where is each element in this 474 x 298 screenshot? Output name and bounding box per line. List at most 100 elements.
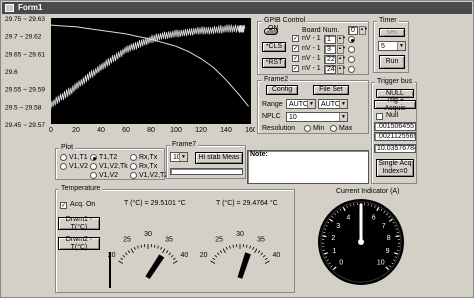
plot-option-radio[interactable] — [90, 163, 97, 170]
y-tick-label: 29.75 ~ 29.63 — [5, 16, 45, 23]
gpib-row-checkbox[interactable]: ✓ — [292, 45, 299, 52]
gpib-row-radio[interactable] — [348, 46, 355, 53]
config-button[interactable]: Config — [266, 85, 298, 95]
plot-group: Plot V1,T1 T1,T2 Rx,Tx V1,V2 V1,V2,Tk Rx,Tx V1… — [55, 148, 165, 180]
gauge-tick — [134, 247, 135, 250]
board-num-spinner[interactable]: ▲▼ — [359, 26, 366, 35]
frame7-select[interactable]: 10 ▼ — [170, 152, 188, 162]
timer-sec-button[interactable]: sec — [379, 28, 405, 37]
gpib-row-address[interactable]: 24 — [324, 65, 336, 74]
reading-field-1: .001506455 — [374, 122, 416, 131]
gauge-tick-label: 20 — [108, 252, 116, 259]
timer-interval-select[interactable]: 5 ▼ — [378, 41, 406, 51]
gauge-tick — [211, 261, 215, 264]
plot-option-label: V1,T1 — [69, 154, 88, 162]
frame7-group: Frame7 10 ▼ Hi stab Meas — [166, 145, 246, 179]
run-button[interactable]: Run — [379, 55, 405, 69]
plot-option-radio[interactable] — [90, 172, 97, 179]
gauge-tick — [137, 246, 138, 249]
y-tick-label: 29.5 ~ 29.58 — [5, 104, 42, 111]
single-acq-button[interactable]: Single Acq Index=0 — [376, 159, 414, 177]
y-tick-label: 29.65 ~ 29.61 — [5, 51, 45, 58]
chevron-down-icon: ▼ — [307, 100, 315, 108]
gpib-row-spinner[interactable]: ▲▼ — [337, 55, 344, 64]
rst-button[interactable]: *RST — [262, 58, 286, 68]
x-tick-label: 20 — [72, 127, 80, 134]
plot-option-radio[interactable] — [130, 163, 137, 170]
gpib-row-checkbox[interactable]: ✓ — [292, 55, 299, 62]
x-tick-label: 60 — [122, 127, 130, 134]
gpib-row-label: nV - 1 — [302, 55, 321, 63]
gauge-tick — [233, 245, 234, 248]
plot-area — [51, 18, 251, 124]
gauge-tick — [131, 249, 134, 253]
plot-option-radio[interactable] — [60, 154, 67, 161]
gauge-tick — [265, 261, 269, 264]
cls-button[interactable]: *CLS — [262, 42, 286, 52]
gauge-tick — [158, 246, 159, 249]
gpib-row-address[interactable]: 3 — [324, 45, 336, 54]
gauge-tick-label: 35 — [257, 237, 265, 244]
gpib-row-address[interactable]: 1 — [324, 35, 336, 44]
chevron-down-icon: ▼ — [339, 113, 347, 121]
main-window: Form1 0 20 40 60 80 100 120 140 160 29.75 ~ 29.63… — [0, 0, 474, 298]
file-set-button[interactable]: File Set — [313, 85, 349, 95]
gauge-tick — [255, 249, 258, 253]
plot-option-radio[interactable] — [130, 172, 137, 179]
gpib-row-checkbox[interactable]: ✓ — [292, 65, 299, 72]
chart-panel: 0 20 40 60 80 100 120 140 160 29.75 ~ 29.63 29.7 ~… — [3, 16, 255, 142]
title-bar: Form1 — [2, 2, 472, 14]
plot-option-label: T1,T2 — [99, 154, 117, 162]
trigger-bus-group: Trigger bus NULL Trig + Acquis Null .001… — [371, 82, 417, 184]
gpib-row-radio[interactable] — [348, 66, 355, 73]
gpib-row-checkbox[interactable]: ✓ — [292, 35, 299, 42]
gauge-tick — [128, 250, 130, 252]
range-value-1: AUTO — [289, 101, 308, 108]
chart-svg: 0 20 40 60 80 100 120 140 16029.75 ~ 29.6329.7 ~… — [3, 16, 255, 142]
gauge-tick — [263, 255, 265, 257]
app-icon — [5, 4, 14, 12]
gpib-control-group: GPIB Control ON Board Num. 0 ▲▼ *CLS *RS… — [257, 21, 369, 75]
gauge-tick — [217, 253, 219, 255]
hi-stab-meas-button[interactable]: Hi stab Meas — [195, 152, 243, 164]
dial-tick-label: 3 — [336, 223, 340, 230]
plot-option-radio[interactable] — [60, 163, 67, 170]
gpib-row-radio[interactable] — [348, 56, 355, 63]
dial-tick-label: 9 — [386, 248, 390, 255]
dial-tick-label: 8 — [387, 235, 391, 242]
dial-tick-label: 6 — [372, 215, 376, 222]
gauge-tick — [171, 255, 173, 257]
current-dial: 012345678910 — [316, 197, 406, 287]
gpib-row-spinner[interactable]: ▲▼ — [337, 35, 344, 44]
note-textarea[interactable]: Note: — [247, 150, 369, 184]
gpib-title: GPIB Control — [262, 17, 307, 25]
dial-hub — [358, 239, 364, 245]
gauge-tick — [258, 250, 260, 252]
range-select-1[interactable]: AUTO ▼ — [286, 99, 316, 109]
resolution-min-radio[interactable] — [304, 125, 311, 132]
null-checkbox[interactable] — [376, 113, 383, 120]
board-num-label: Board Num. — [302, 27, 339, 35]
plot-option-label: V1,V2,T2 — [139, 172, 168, 180]
dial-tick-label: 4 — [346, 215, 350, 222]
x-tick-label: 0 — [49, 127, 53, 134]
range-select-2[interactable]: AUTO ▼ — [318, 99, 348, 109]
plot-option-radio[interactable] — [130, 154, 137, 161]
plot-option-label: V1,V2,Tk — [99, 163, 128, 171]
plot-option-radio[interactable] — [90, 154, 97, 161]
nplc-select[interactable]: 10 ▼ — [286, 112, 348, 122]
gpib-row-spinner[interactable]: ▲▼ — [337, 45, 344, 54]
gpib-row-address[interactable]: 22 — [324, 55, 336, 64]
board-num-field[interactable]: 0 — [348, 26, 358, 35]
gauge-tick — [141, 245, 142, 248]
resolution-max-radio[interactable] — [330, 125, 337, 132]
gauge-tick — [173, 261, 177, 264]
trig-acquis-button[interactable]: Trig + Acquis — [374, 100, 416, 109]
gpib-row-spinner[interactable]: ▲▼ — [337, 65, 344, 74]
chevron-down-icon: ▼ — [339, 100, 347, 108]
window-title: Form1 — [18, 3, 42, 12]
nplc-label: NPLC — [262, 113, 281, 121]
plot-option-label: V1,V2 — [69, 163, 88, 171]
gpib-row-radio[interactable] — [348, 36, 355, 43]
dial-tick-label: 7 — [382, 223, 386, 230]
